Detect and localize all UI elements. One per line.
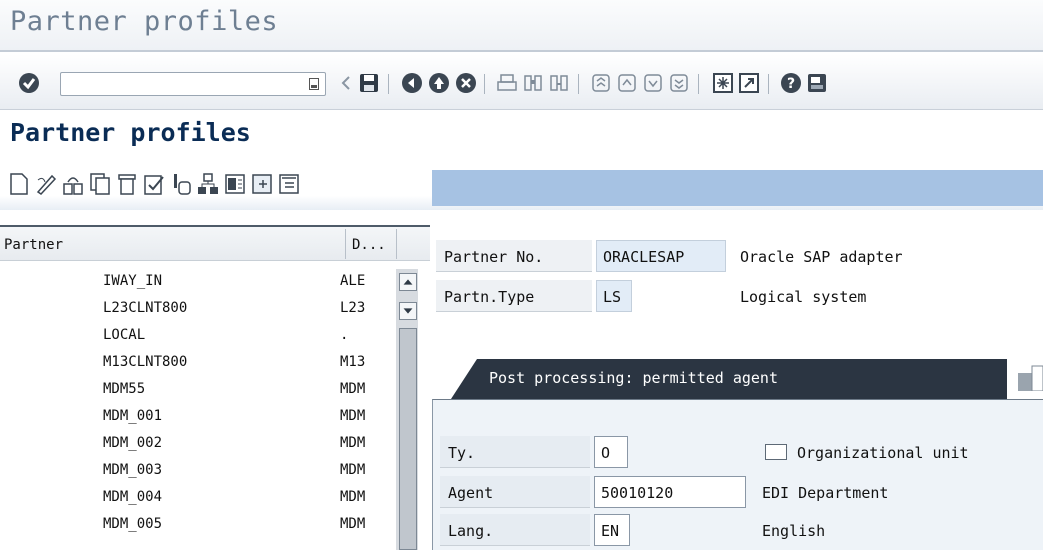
change-icon[interactable] [35, 172, 57, 196]
command-field[interactable] [60, 72, 326, 96]
lang-label: Lang. [440, 514, 590, 546]
column-divider[interactable] [345, 229, 346, 259]
window-title: Partner profiles [10, 6, 279, 37]
list-item[interactable]: IWAY_IN ALE [0, 269, 396, 295]
toolbar-separator [698, 74, 699, 94]
help-icon[interactable]: ? [780, 72, 802, 94]
find-next-icon[interactable] [548, 72, 570, 94]
ty-label: Ty. [440, 436, 590, 468]
application-toolbar [0, 162, 1043, 210]
toolbar-separator [578, 74, 579, 94]
partner-no-description: Oracle SAP adapter [740, 248, 903, 266]
command-toolbar: ? [0, 54, 1043, 110]
where-used-icon[interactable] [170, 172, 192, 196]
list-item[interactable]: L23CLNT800 L23 [0, 296, 396, 322]
svg-text:?: ? [787, 76, 795, 92]
last-page-icon[interactable] [668, 72, 690, 94]
list-header: Partner D... [0, 227, 430, 261]
collapse-icon[interactable] [278, 172, 300, 196]
organizational-unit-checkbox[interactable] [765, 444, 787, 460]
column-header-description[interactable]: D... [352, 237, 386, 253]
window-title-bar: Partner profiles [0, 0, 1043, 52]
collapse-field-icon[interactable] [340, 72, 352, 94]
first-page-icon[interactable] [590, 72, 612, 94]
exit-icon[interactable] [428, 72, 450, 94]
toolbar-separator [484, 74, 485, 94]
list-item[interactable]: MDM_004 MDM [0, 485, 396, 511]
toolbar-background [432, 170, 1043, 206]
column-divider[interactable] [396, 229, 397, 259]
toolbar-separator [768, 74, 769, 94]
back-icon[interactable] [401, 72, 423, 94]
enter-icon[interactable] [18, 72, 40, 94]
details-icon[interactable] [224, 172, 246, 196]
lang-description: English [762, 522, 826, 540]
partner-no-label: Partner No. [436, 240, 592, 272]
agent-description: EDI Department [762, 484, 889, 502]
scroll-up-icon[interactable] [399, 273, 417, 291]
list-item[interactable]: MDM_001 MDM [0, 404, 396, 430]
list-item[interactable]: M13CLNT800 M13 [0, 350, 396, 376]
partn-type-field[interactable]: LS [596, 280, 632, 312]
tab-scroll-icon[interactable] [1018, 365, 1043, 391]
scroll-down-icon[interactable] [399, 302, 417, 320]
list-item[interactable]: MDM_003 MDM [0, 458, 396, 484]
next-page-icon[interactable] [642, 72, 664, 94]
list-item[interactable]: MDM_002 MDM [0, 431, 396, 457]
toolbar-separator [388, 74, 389, 94]
cancel-icon[interactable] [455, 72, 477, 94]
partner-no-field[interactable]: ORACLESAP [596, 240, 726, 272]
partner-tree: Partner D... IWAY_IN ALE L23CLNT800 L23 LO… [0, 225, 430, 550]
hierarchy-icon[interactable] [197, 172, 219, 196]
history-dropdown-icon[interactable] [309, 78, 319, 90]
expand-icon[interactable] [251, 172, 273, 196]
lang-field[interactable]: EN [594, 514, 630, 546]
find-icon[interactable] [522, 72, 544, 94]
previous-page-icon[interactable] [616, 72, 638, 94]
shortcut-icon[interactable] [738, 72, 760, 94]
new-session-icon[interactable] [712, 72, 734, 94]
create-icon[interactable] [8, 172, 30, 196]
scrollbar-thumb[interactable] [399, 328, 417, 550]
list-item[interactable]: LOCAL. [0, 323, 396, 349]
column-header-partner[interactable]: Partner [4, 237, 63, 253]
agent-label: Agent [440, 476, 590, 508]
screen-title: Partner profiles [10, 118, 251, 147]
partn-type-label: Partn.Type [436, 280, 592, 312]
ty-field[interactable]: O [594, 436, 628, 468]
copy-icon[interactable] [89, 172, 111, 196]
tab-post-processing-label: Post processing: permitted agent [489, 369, 778, 387]
list-item[interactable]: MDM_005 MDM [0, 512, 396, 538]
display-icon[interactable] [62, 172, 84, 196]
partn-type-description: Logical system [740, 288, 867, 306]
organizational-unit-label: Organizational unit [797, 444, 969, 462]
print-icon[interactable] [496, 72, 518, 94]
delete-icon[interactable] [116, 172, 138, 196]
agent-field[interactable]: 50010120 [594, 476, 746, 508]
save-icon[interactable] [358, 72, 380, 94]
check-icon[interactable] [143, 172, 165, 196]
customize-layout-icon[interactable] [806, 72, 828, 94]
list-item[interactable]: MDM55 MDM [0, 377, 396, 403]
